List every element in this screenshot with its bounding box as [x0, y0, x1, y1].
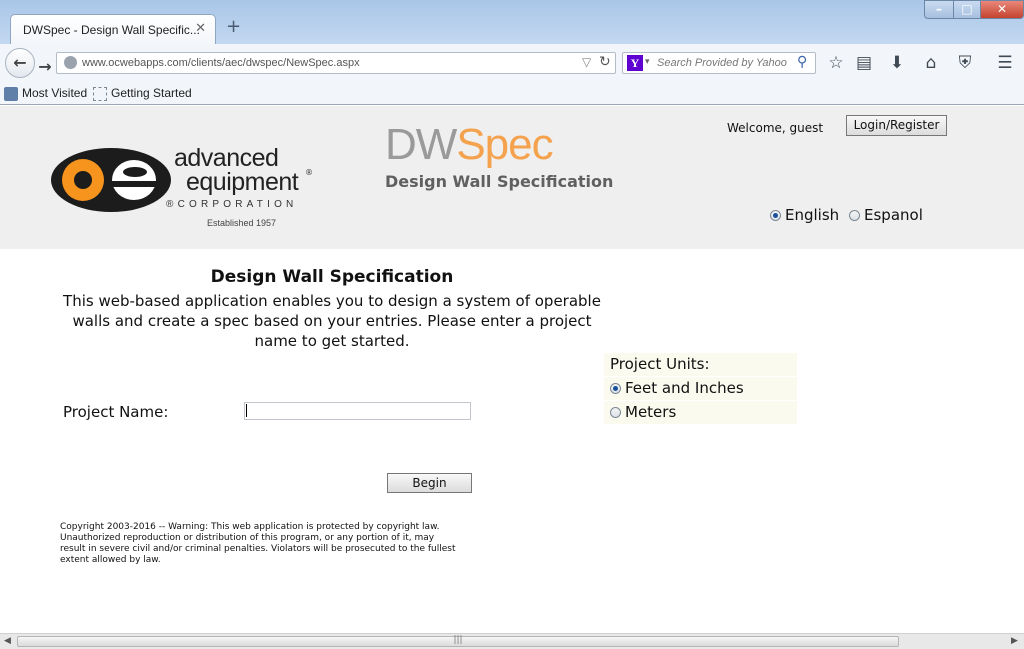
tab-close-icon[interactable]: ✕ [195, 21, 206, 36]
navigation-toolbar: ← → www.ocwebapps.com/clients/aec/dwspec… [0, 44, 1024, 82]
ae-logo-icon [51, 148, 171, 212]
page-description: This web-based application enables you t… [63, 292, 601, 350]
hamburger-menu-icon[interactable]: ☰ [994, 52, 1016, 74]
logo-established: Established 1957 [207, 218, 277, 228]
window-maximize-button[interactable]: □ [953, 0, 981, 19]
project-units-panel: Project Units: Feet and Inches Meters [604, 353, 797, 425]
most-visited-icon [4, 87, 18, 101]
site-header: advanced equipment ® ®CORPORATION Establ… [0, 106, 1024, 249]
unit-option-meters[interactable]: Meters [604, 401, 797, 424]
dwspec-brand-logo: DWSpec [385, 120, 554, 170]
getting-started-icon [93, 87, 107, 101]
scrollbar-grip-icon: ||| [453, 635, 463, 645]
project-name-input[interactable] [244, 402, 471, 420]
brand-dw: DW [385, 120, 457, 169]
web-page: advanced equipment ® ®CORPORATION Establ… [0, 106, 1024, 633]
language-option-espanol[interactable]: Espanol [849, 206, 923, 224]
brand-spec: Spec [456, 120, 553, 169]
brand-subtitle: Design Wall Specification [385, 172, 614, 191]
english-label: English [785, 206, 840, 224]
browser-tab-active[interactable]: DWSpec - Design Wall Specific... ✕ [10, 14, 216, 46]
project-name-label: Project Name: [63, 403, 169, 421]
scroll-right-arrow-icon[interactable]: ▶ [1011, 636, 1018, 646]
units-label: Project Units: [604, 353, 797, 376]
star-icon[interactable]: ☆ [825, 52, 847, 74]
text-cursor [246, 404, 247, 417]
copyright-notice: Copyright 2003-2016 -- Warning: This web… [60, 522, 456, 565]
english-radio[interactable] [770, 210, 781, 221]
forward-arrow-icon[interactable]: → [34, 53, 56, 76]
globe-icon [64, 56, 77, 69]
download-icon[interactable]: ⬇ [886, 52, 908, 74]
clipboard-icon[interactable]: ▤ [853, 52, 875, 74]
browser-titlebar: DWSpec - Design Wall Specific... ✕ + – □… [0, 0, 1024, 46]
feet-inches-radio[interactable] [610, 383, 621, 394]
welcome-text: Welcome, guest [727, 121, 824, 135]
url-bar[interactable]: www.ocwebapps.com/clients/aec/dwspec/New… [56, 52, 616, 74]
login-register-button[interactable]: Login/Register [846, 115, 947, 136]
espanol-radio[interactable] [849, 210, 860, 221]
begin-button[interactable]: Begin [387, 473, 472, 493]
search-magnifier-icon[interactable]: ⚲ [797, 54, 807, 70]
url-history-dropdown-icon[interactable]: ▽ [582, 55, 591, 69]
bookmark-most-visited[interactable]: Most Visited [22, 86, 87, 100]
bookmark-getting-started[interactable]: Getting Started [111, 86, 192, 100]
search-input[interactable]: Search Provided by Yahoo [657, 57, 787, 69]
reload-icon[interactable]: ↻ [599, 54, 611, 70]
feet-inches-label: Feet and Inches [625, 379, 744, 397]
home-icon[interactable]: ⌂ [920, 52, 942, 74]
logo-registered-mark: ® [305, 168, 313, 177]
horizontal-scrollbar[interactable]: ◀ ||| ▶ [0, 633, 1024, 649]
page-title: Design Wall Specification [210, 267, 454, 287]
scroll-left-arrow-icon[interactable]: ◀ [4, 636, 11, 646]
logo-text-equipment: equipment [186, 168, 299, 196]
scrollbar-thumb[interactable]: ||| [17, 635, 899, 647]
tab-title: DWSpec - Design Wall Specific... [23, 23, 200, 37]
unit-option-feet-inches[interactable]: Feet and Inches [604, 377, 797, 400]
back-arrow-icon[interactable]: ← [5, 48, 35, 78]
yahoo-logo-icon[interactable]: Y [627, 55, 643, 71]
espanol-label: Espanol [864, 206, 923, 224]
meters-label: Meters [625, 403, 677, 421]
new-tab-button[interactable]: + [226, 16, 241, 37]
search-engine-dropdown-icon[interactable]: ▾ [645, 57, 650, 67]
window-close-button[interactable]: ✕ [980, 0, 1024, 19]
search-bar[interactable]: Y ▾ Search Provided by Yahoo ⚲ [622, 52, 816, 74]
url-text[interactable]: www.ocwebapps.com/clients/aec/dwspec/New… [82, 57, 360, 69]
language-option-english[interactable]: English [770, 206, 839, 224]
window-minimize-button[interactable]: – [924, 0, 954, 19]
logo-text-corporation: ®CORPORATION [166, 199, 298, 210]
shield-icon[interactable]: ⛨ [954, 52, 976, 74]
meters-radio[interactable] [610, 407, 621, 418]
bookmarks-toolbar: Most Visited Getting Started [0, 82, 1024, 105]
